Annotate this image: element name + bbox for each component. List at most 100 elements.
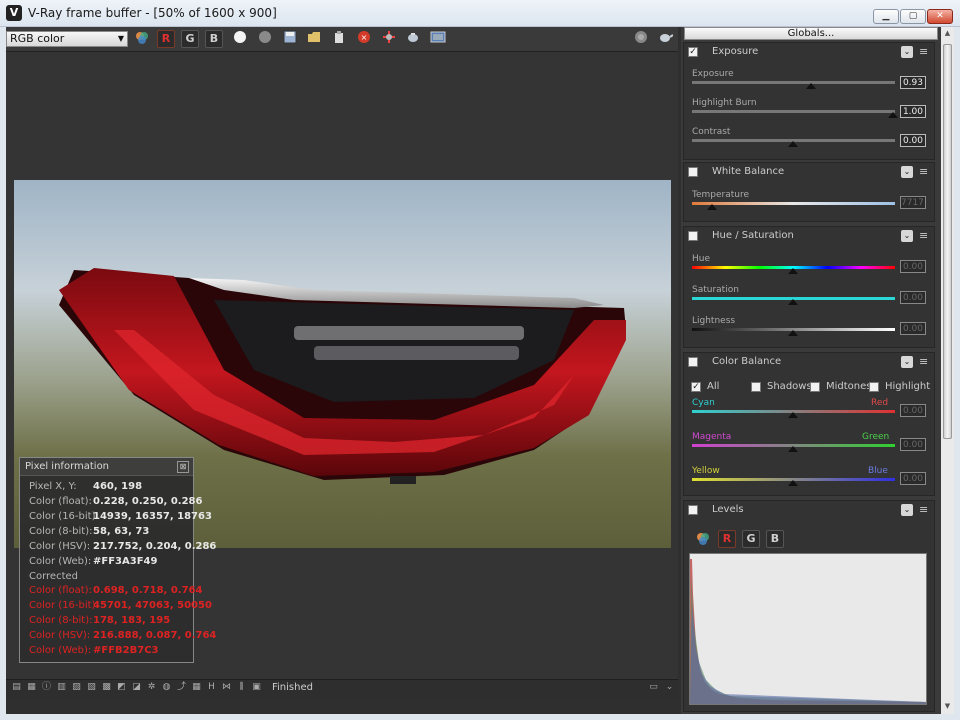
- color-balance-menu-icon[interactable]: ≡: [919, 356, 929, 367]
- levels-green-button[interactable]: G: [742, 530, 760, 548]
- levels-red-button[interactable]: R: [718, 530, 736, 548]
- stop-icon[interactable]: ×: [355, 30, 373, 48]
- green-channel-button[interactable]: G: [181, 30, 199, 48]
- hue-saturation-collapse-icon[interactable]: ⌄: [901, 230, 913, 242]
- levels-histogram[interactable]: [689, 553, 927, 705]
- gray-dot-icon[interactable]: [256, 30, 274, 48]
- lut-icon[interactable]: ▥: [56, 682, 67, 693]
- all-checkbox[interactable]: ✓: [691, 382, 701, 392]
- lens-effects-icon[interactable]: ◍: [161, 682, 172, 693]
- yellow-label: Yellow: [692, 466, 720, 476]
- minimize-button[interactable]: ▁: [873, 9, 899, 24]
- region-icon[interactable]: [380, 30, 398, 48]
- hue-value[interactable]: 0.00: [900, 260, 926, 273]
- temperature-thumb[interactable]: [707, 204, 717, 210]
- cyan-red-value[interactable]: 0.00: [900, 404, 926, 417]
- color-corrections-icon[interactable]: [133, 30, 151, 48]
- levels-checkbox[interactable]: [688, 505, 698, 515]
- scroll-up-icon[interactable]: ▲: [943, 29, 952, 39]
- levels-title: Levels: [712, 504, 744, 515]
- exposure-collapse-icon[interactable]: ⌄: [901, 46, 913, 58]
- exposure-slider-thumb[interactable]: [806, 83, 816, 89]
- yellow-blue-thumb[interactable]: [788, 480, 798, 486]
- log-icon[interactable]: ▦: [26, 682, 37, 693]
- curve-icon[interactable]: ⤴: [176, 682, 187, 693]
- color-balance-collapse-icon[interactable]: ⌄: [901, 356, 913, 368]
- clear-icon[interactable]: [330, 30, 348, 48]
- teapot-icon[interactable]: [404, 30, 422, 48]
- render-icon[interactable]: [632, 30, 650, 48]
- blue-channel-button[interactable]: B: [205, 30, 223, 48]
- hue-saturation-menu-icon[interactable]: ≡: [919, 230, 929, 241]
- levels-rgb-icon[interactable]: [695, 531, 713, 549]
- yellow-blue-value[interactable]: 0.00: [900, 472, 926, 485]
- open-icon[interactable]: [305, 30, 323, 48]
- pixel-panel-close-icon[interactable]: ⊠: [177, 461, 189, 473]
- close-button[interactable]: ✕: [927, 9, 953, 24]
- window-toggle-icon[interactable]: ▭: [648, 682, 659, 693]
- info-icon[interactable]: ⓘ: [41, 682, 52, 693]
- white-dot-icon[interactable]: [231, 30, 249, 48]
- exposure-checkbox[interactable]: ✓: [688, 47, 698, 57]
- magenta-green-thumb[interactable]: [788, 446, 798, 452]
- highlight-label: Highlight: [885, 381, 931, 392]
- temperature-slider[interactable]: [692, 202, 895, 205]
- saturation-value[interactable]: 0.00: [900, 291, 926, 304]
- color-balance-checkbox[interactable]: [688, 357, 698, 367]
- save-icon[interactable]: [281, 30, 299, 48]
- levels-menu-icon[interactable]: ≡: [919, 504, 929, 515]
- expand-down-icon[interactable]: ⌄: [664, 682, 675, 693]
- exposure-menu-icon[interactable]: ≡: [919, 46, 929, 57]
- globals-button[interactable]: Globals...: [684, 27, 938, 40]
- highlight-checkbox[interactable]: [869, 382, 879, 392]
- camera-icon[interactable]: [429, 30, 447, 48]
- blue-label: Blue: [868, 466, 888, 476]
- color-balance-icon[interactable]: ▨: [71, 682, 82, 693]
- exposure-slider[interactable]: [692, 81, 895, 84]
- exposure-header: ✓ Exposure ⌄ ≡: [684, 43, 934, 61]
- saturation-thumb[interactable]: [788, 299, 798, 305]
- contrast-value[interactable]: 0.00: [900, 134, 926, 147]
- white-balance-menu-icon[interactable]: ≡: [919, 166, 929, 177]
- test-resolution-icon[interactable]: ▣: [251, 682, 262, 693]
- lightness-thumb[interactable]: [788, 330, 798, 336]
- color-hsv-label: Color (HSV):: [29, 541, 91, 552]
- corrected-color-8bit-value: 178, 183, 195: [93, 615, 171, 626]
- ab-compare-icon[interactable]: ⫼: [236, 682, 247, 693]
- hue-thumb[interactable]: [788, 268, 798, 274]
- maximize-button[interactable]: ▢: [900, 9, 926, 24]
- highlight-burn-slider[interactable]: [692, 110, 895, 113]
- compare-icon[interactable]: ⋈: [221, 682, 232, 693]
- curves-icon[interactable]: ▧: [86, 682, 97, 693]
- midtones-checkbox[interactable]: [810, 382, 820, 392]
- grid-icon[interactable]: ▦: [191, 682, 202, 693]
- cyan-red-thumb[interactable]: [788, 412, 798, 418]
- levels-icon[interactable]: ▩: [101, 682, 112, 693]
- levels-blue-button[interactable]: B: [766, 530, 784, 548]
- history-icon[interactable]: ▤: [11, 682, 22, 693]
- red-channel-button[interactable]: R: [157, 30, 175, 48]
- green-label: Green: [862, 432, 890, 442]
- highlight-burn-value[interactable]: 1.00: [900, 105, 926, 118]
- teapot-right-icon[interactable]: [656, 30, 674, 48]
- h-icon[interactable]: H: [206, 682, 217, 693]
- shadows-checkbox[interactable]: [751, 382, 761, 392]
- hue-saturation-checkbox[interactable]: [688, 231, 698, 241]
- settings-icon[interactable]: ✲: [146, 682, 157, 693]
- channel-select[interactable]: RGB color ▼: [6, 31, 128, 47]
- background-icon[interactable]: ◩: [116, 682, 127, 693]
- stamp-icon[interactable]: ◪: [131, 682, 142, 693]
- pixel-information-panel[interactable]: Pixel information ⊠ Pixel X, Y: 460, 198…: [19, 457, 216, 663]
- temperature-value[interactable]: 7717: [900, 196, 926, 209]
- highlight-burn-thumb[interactable]: [888, 112, 898, 118]
- lightness-value[interactable]: 0.00: [900, 322, 926, 335]
- exposure-value[interactable]: 0.93: [900, 76, 926, 89]
- white-balance-collapse-icon[interactable]: ⌄: [901, 166, 913, 178]
- scrollbar-thumb[interactable]: [943, 44, 952, 439]
- scroll-down-icon[interactable]: ▼: [943, 702, 952, 712]
- contrast-thumb[interactable]: [788, 141, 798, 147]
- magenta-green-value[interactable]: 0.00: [900, 438, 926, 451]
- channel-select-value: RGB color: [10, 32, 65, 45]
- white-balance-checkbox[interactable]: [688, 167, 698, 177]
- levels-collapse-icon[interactable]: ⌄: [901, 504, 913, 516]
